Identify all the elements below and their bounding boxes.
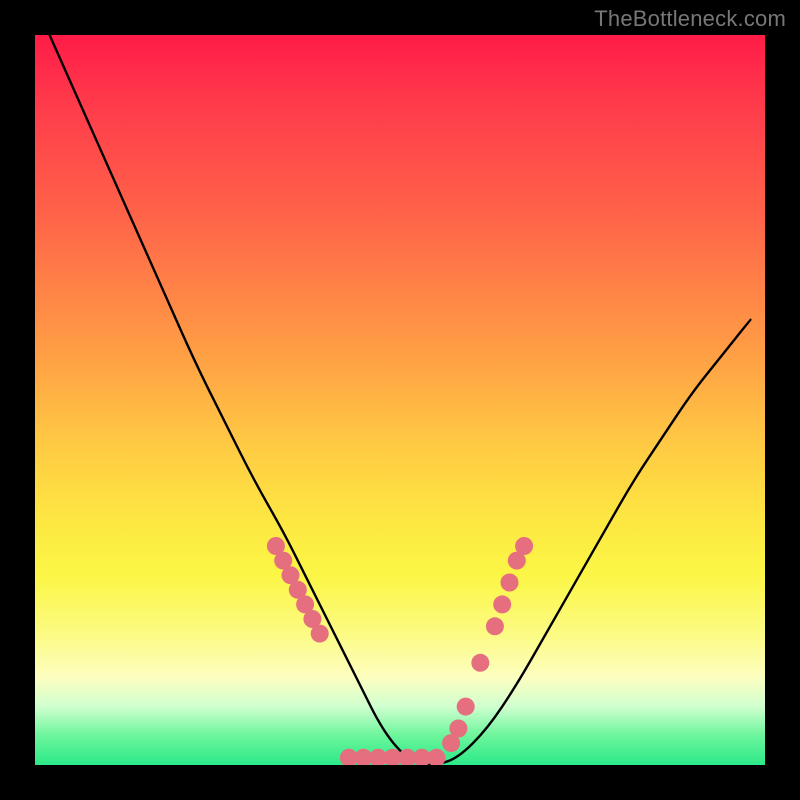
curve-line [50,35,751,765]
watermark-text: TheBottleneck.com [594,6,786,32]
data-marker [428,749,446,765]
chart-frame: TheBottleneck.com [0,0,800,800]
plot-area [35,35,765,765]
data-marker [449,720,467,738]
data-marker [501,574,519,592]
data-marker [486,617,504,635]
data-marker [471,654,489,672]
data-marker [457,698,475,716]
data-marker [493,595,511,613]
chart-overlay [35,35,765,765]
data-marker [311,625,329,643]
data-marker [515,537,533,555]
marker-group [267,537,533,765]
